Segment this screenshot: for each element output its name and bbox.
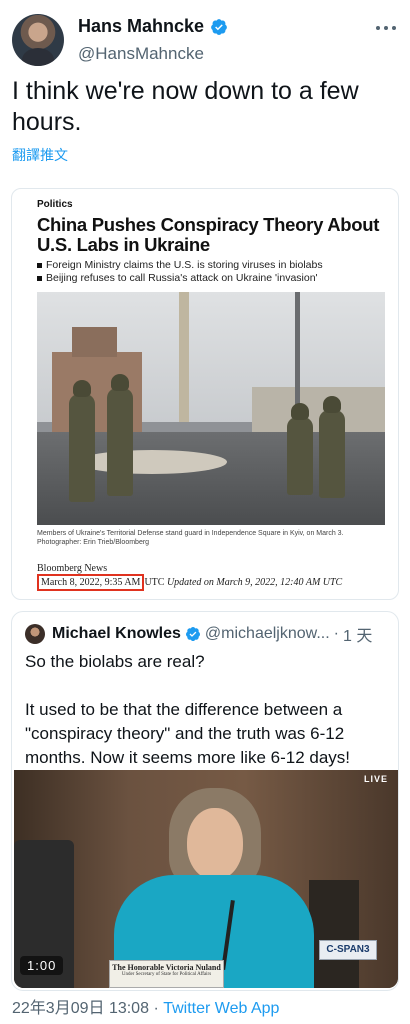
verified-badge-icon xyxy=(185,627,200,642)
channel-logo: C-SPAN3 xyxy=(319,940,377,960)
meta-separator: · xyxy=(153,1000,159,1017)
article-dateline: March 8, 2022, 9:35 AM UTC Updated on Mar… xyxy=(37,574,342,591)
tweet-meta: 22年3月09日 13:08 · Twitter Web App xyxy=(12,994,279,1018)
article-image-card[interactable]: Politics China Pushes Conspiracy Theory … xyxy=(11,188,399,600)
article-headline: China Pushes Conspiracy Theory About U.S… xyxy=(37,214,380,255)
tweet-text: I think we're now down to a few hours. xyxy=(12,77,359,136)
article-bullets: Foreign Ministry claims the U.S. is stor… xyxy=(37,259,387,285)
video-duration: 1:00 xyxy=(20,956,64,975)
date-timezone: UTC xyxy=(144,577,165,588)
soldier-figure xyxy=(319,396,345,498)
speaker-nameplate: The Honorable Victoria Nuland Under Secr… xyxy=(109,960,224,988)
source-app-link[interactable]: Twitter Web App xyxy=(163,1000,279,1017)
highlighted-publish-date: March 8, 2022, 9:35 AM xyxy=(37,574,145,591)
quoted-video-player[interactable]: The Honorable Victoria Nuland Under Secr… xyxy=(14,770,398,988)
quoted-tweet-header: Michael Knowles @michaeljknow... · 1 天 xyxy=(25,624,390,645)
article-bullet: Foreign Ministry claims the U.S. is stor… xyxy=(37,259,387,272)
quoted-tweet[interactable]: Michael Knowles @michaeljknow... · 1 天 S… xyxy=(11,611,399,991)
more-options-icon[interactable] xyxy=(374,18,398,38)
author-display-name[interactable]: Hans Mahncke xyxy=(78,16,204,37)
soldier-figure xyxy=(287,403,313,495)
soldier-figure xyxy=(69,380,95,502)
article-bullet: Beijing refuses to call Russia's attack … xyxy=(37,272,387,285)
translate-tweet-link[interactable]: 翻譯推文 xyxy=(12,145,68,165)
quoted-tweet-paragraph: It used to be that the difference betwee… xyxy=(25,700,351,767)
quoted-author-name: Michael Knowles xyxy=(52,625,181,642)
nameplate-title: Under Secretary of State for Political A… xyxy=(121,972,212,977)
quoted-tweet-time: 1 天 xyxy=(342,628,373,645)
quoted-author-handle: @michaeljknow... xyxy=(204,625,330,642)
article-section-label: Politics xyxy=(37,199,73,210)
author-handle[interactable]: @HansMahncke xyxy=(78,44,204,64)
verified-badge-icon xyxy=(211,18,227,35)
author-avatar[interactable] xyxy=(12,14,64,66)
meta-separator: · xyxy=(333,625,339,642)
quoted-author-avatar xyxy=(25,624,45,644)
article-header: Politics China Pushes Conspiracy Theory … xyxy=(37,199,387,285)
live-badge: LIVE xyxy=(363,774,388,784)
quoted-tweet-paragraph: So the biolabs are real? xyxy=(25,652,205,671)
article-photo xyxy=(37,292,385,525)
soldier-figure xyxy=(107,374,133,496)
tweet-header: Hans Mahncke @HansMahncke xyxy=(10,12,400,68)
nameplate-name: The Honorable Victoria Nuland xyxy=(112,963,221,972)
updated-date: Updated on March 9, 2022, 12:40 AM UTC xyxy=(166,577,343,588)
article-source: Bloomberg News xyxy=(37,563,108,574)
author-name-row: Hans Mahncke xyxy=(78,16,228,37)
tweet-timestamp[interactable]: 22年3月09日 13:08 xyxy=(12,1000,149,1017)
photo-caption: Members of Ukraine's Territorial Defense… xyxy=(37,530,344,546)
